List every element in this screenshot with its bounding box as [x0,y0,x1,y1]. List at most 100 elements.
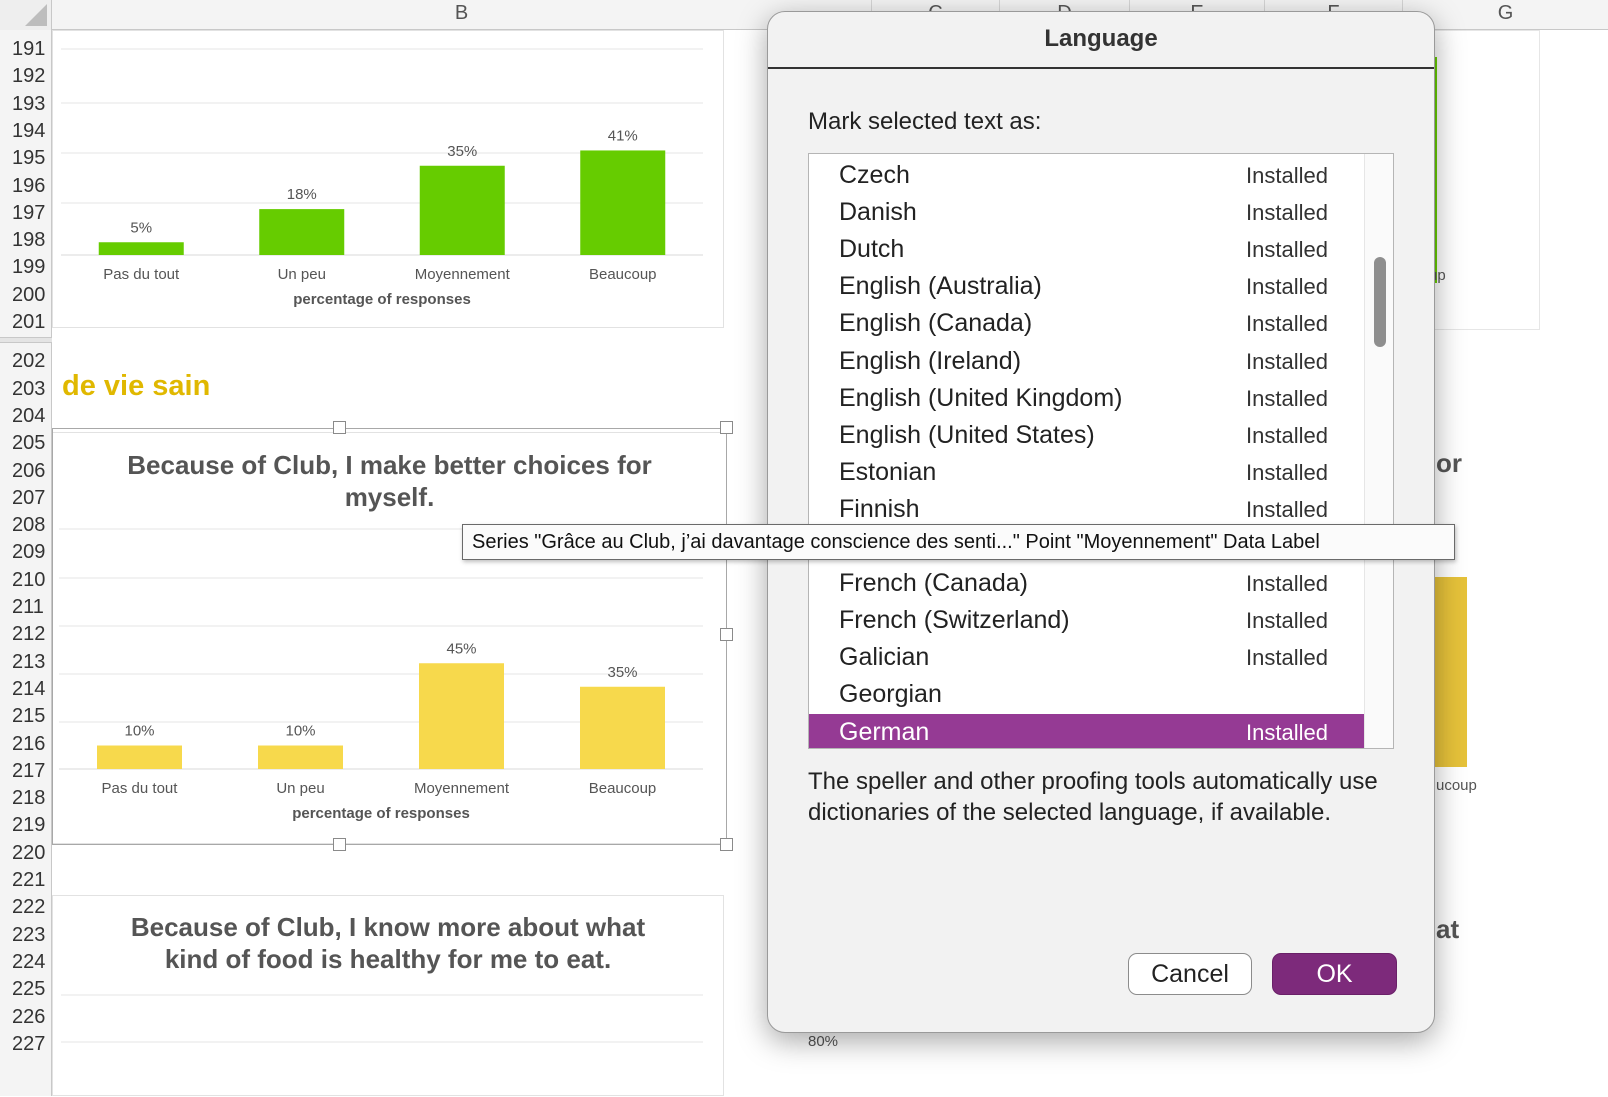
row-header-193[interactable]: 193 [0,93,50,116]
data-label-tooltip: Series "Grâce au Club, j’ai davantage co… [462,524,1455,560]
row-header-210[interactable]: 210 [0,569,50,592]
column-header-b[interactable]: B [52,0,872,30]
resize-handle-top[interactable] [333,421,346,434]
ok-button[interactable]: OK [1272,953,1397,995]
chart-data-label: 5% [130,219,152,236]
language-item-status: Installed [1246,237,1328,263]
row-header-218[interactable]: 218 [0,787,50,810]
resize-handle-top-right[interactable] [720,421,733,434]
row-header-224[interactable]: 224 [0,951,50,974]
chart-data-label: 10% [285,723,315,740]
language-item-status: Installed [1246,200,1328,226]
language-item-status: Installed [1246,496,1328,522]
chart-bar [580,150,666,255]
chart-category-label: Moyennement [415,266,511,283]
chart-middle-plot: 10% Pas du tout 10% Un peu 45% Moyennement 35%… [59,528,703,822]
row-header-202[interactable]: 202 [0,350,50,373]
row-header-209[interactable]: 209 [0,541,50,564]
chart-category-label: Moyennement [414,780,510,797]
row-header-215[interactable]: 215 [0,705,50,728]
row-header-219[interactable]: 219 [0,814,50,837]
row-header-201[interactable]: 201 [0,311,50,334]
language-item[interactable]: Czech Installed [809,157,1364,194]
row-header-204[interactable]: 204 [0,405,50,428]
language-item[interactable]: Georgian [809,676,1364,713]
row-header-197[interactable]: 197 [0,202,50,225]
language-item[interactable]: English (Ireland) Installed [809,343,1364,380]
language-item[interactable]: French (Canada) Installed [809,565,1364,602]
resize-handle-right[interactable] [720,628,733,641]
row-header-227[interactable]: 227 [0,1033,50,1056]
row-header-195[interactable]: 195 [0,147,50,170]
chart-bar [97,745,182,769]
language-item[interactable]: Danish Installed [809,194,1364,231]
dialog-title-divider [768,67,1434,69]
chart-bottom[interactable]: Because of Club, I know more about what … [52,895,724,1096]
language-item[interactable]: English (Canada) Installed [809,305,1364,342]
chart-data-label: 18% [287,186,317,203]
chart-category-label: Pas du tout [102,780,179,797]
language-item[interactable]: Dutch Installed [809,231,1364,268]
language-item[interactable]: French (Switzerland) Installed [809,602,1364,639]
row-header-191[interactable]: 191 [0,38,50,61]
row-header-198[interactable]: 198 [0,229,50,252]
row-header-207[interactable]: 207 [0,487,50,510]
resize-handle-bottom-right[interactable] [720,838,733,851]
chart-middle[interactable]: Because of Club, I make better choices f… [52,432,727,844]
language-item-status: Installed [1246,608,1328,634]
language-list[interactable]: German Installed Georgian Galician Installed… [808,153,1394,749]
row-header-216[interactable]: 216 [0,733,50,756]
row-header-frozen-gap [0,337,52,344]
language-item[interactable]: Estonian Installed [809,454,1364,491]
row-header-221[interactable]: 221 [0,869,50,892]
language-item-name: Georgian [839,680,942,709]
row-header-214[interactable]: 214 [0,678,50,701]
row-header-223[interactable]: 223 [0,924,50,947]
resize-handle-bottom[interactable] [333,838,346,851]
language-list-scrollbar[interactable] [1364,154,1393,748]
row-header-213[interactable]: 213 [0,651,50,674]
language-item-status: Installed [1246,274,1328,300]
select-all-corner[interactable] [0,0,52,30]
language-item[interactable]: English (Australia) Installed [809,268,1364,305]
row-header-199[interactable]: 199 [0,256,50,279]
chart-top[interactable]: 5% Pas du tout 18% Un peu 35% Moyennement 41% B… [52,30,724,328]
language-item[interactable]: German Installed [809,713,1364,748]
cancel-button[interactable]: Cancel [1128,953,1252,995]
row-header-225[interactable]: 225 [0,978,50,1001]
row-header-203[interactable]: 203 [0,378,50,401]
row-header-212[interactable]: 212 [0,623,50,646]
language-item-status: Installed [1246,311,1328,337]
chart-bar [419,165,505,255]
row-header-194[interactable]: 194 [0,120,50,143]
language-list-scroll-thumb[interactable] [1374,257,1386,347]
language-item-name: Finnish [839,494,920,523]
chart-category-label: Beaucoup [589,266,657,283]
row-header-211[interactable]: 211 [0,596,50,619]
language-item-name: Danish [839,198,917,227]
chart-bar [98,242,184,255]
chart-top-plot: 5% Pas du tout 18% Un peu 35% Moyennement 41% B… [61,48,703,308]
language-item-status: Installed [1246,348,1328,374]
row-header-206[interactable]: 206 [0,460,50,483]
language-item[interactable]: English (United Kingdom) Installed [809,380,1364,417]
row-header-200[interactable]: 200 [0,284,50,307]
row-header-205[interactable]: 205 [0,432,50,455]
section-label: de vie sain [62,370,211,402]
language-item-name: English (Australia) [839,272,1042,301]
row-header-220[interactable]: 220 [0,842,50,865]
row-header-208[interactable]: 208 [0,514,50,537]
language-item-name: Czech [839,161,910,189]
row-header-196[interactable]: 196 [0,175,50,198]
language-item[interactable]: Galician Installed [809,639,1364,676]
language-item-name: German [839,717,930,746]
select-all-triangle-icon [25,4,47,26]
chart-category-label: Un peu [276,780,324,797]
language-item[interactable]: English (United States) Installed [809,417,1364,454]
row-header-217[interactable]: 217 [0,760,50,783]
row-header-222[interactable]: 222 [0,896,50,919]
row-header-226[interactable]: 226 [0,1006,50,1029]
language-item-status: Installed [1246,163,1328,188]
language-item[interactable]: Finnish Installed [809,491,1364,528]
row-header-192[interactable]: 192 [0,65,50,88]
